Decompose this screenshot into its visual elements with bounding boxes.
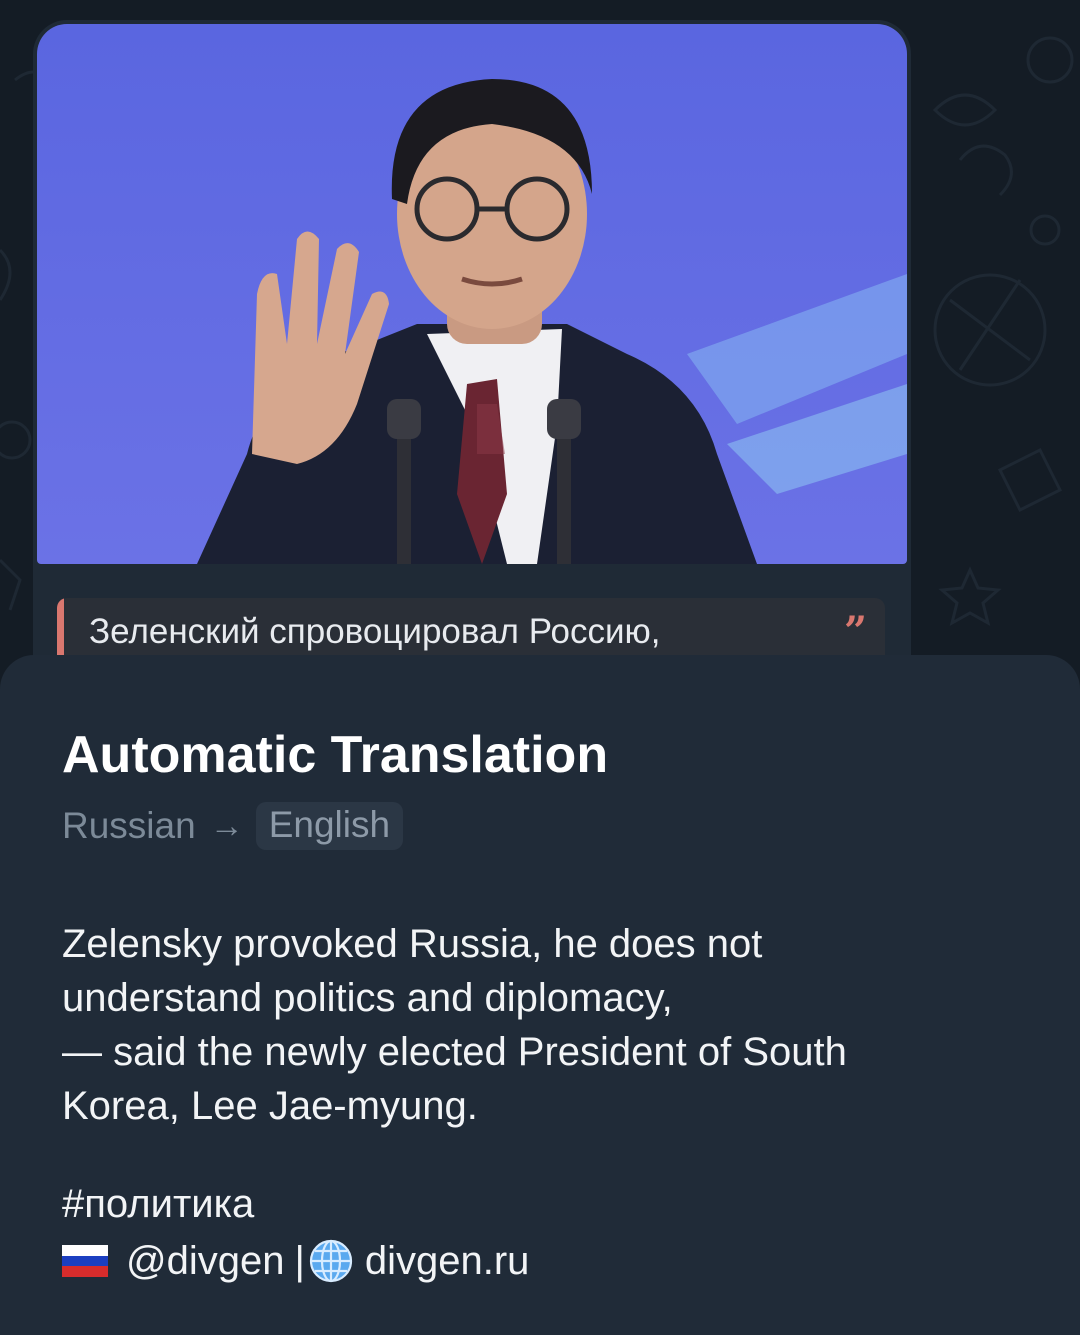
arrow-right-icon: → [209, 806, 244, 845]
message-bubble[interactable]: Зеленский спровоцировал Россию, ” [33, 20, 911, 720]
channel-handle-link[interactable]: @divgen [126, 1239, 284, 1284]
language-row: Russian → English [62, 800, 404, 852]
news-photo[interactable] [37, 24, 907, 564]
translated-line: understand politics and diplomacy, [62, 976, 673, 1020]
quote-text: Зеленский спровоцировал Россию, [89, 612, 661, 651]
translated-line: Zelensky provoked Russia, he does not [62, 922, 763, 966]
channel-footer: @divgen | divgen.ru [62, 1235, 529, 1287]
translated-text: Zelensky provoked Russia, he does not un… [62, 917, 1022, 1133]
photo-illustration [37, 24, 907, 564]
hashtag-link[interactable]: #политика [62, 1182, 254, 1227]
russia-flag-icon [62, 1245, 108, 1277]
quote-icon: ” [843, 608, 867, 655]
target-language-button[interactable]: English [255, 802, 404, 850]
translated-line: Korea, Lee Jae-myung. [62, 1084, 478, 1128]
globe-icon [309, 1239, 352, 1283]
sheet-title: Automatic Translation [62, 726, 609, 784]
source-language: Russian [62, 805, 196, 846]
website-link[interactable]: divgen.ru [365, 1239, 530, 1284]
separator: | [294, 1238, 305, 1283]
translated-line: — said the newly elected President of So… [62, 1030, 847, 1074]
translation-sheet: Automatic Translation Russian → English … [0, 655, 1080, 1335]
